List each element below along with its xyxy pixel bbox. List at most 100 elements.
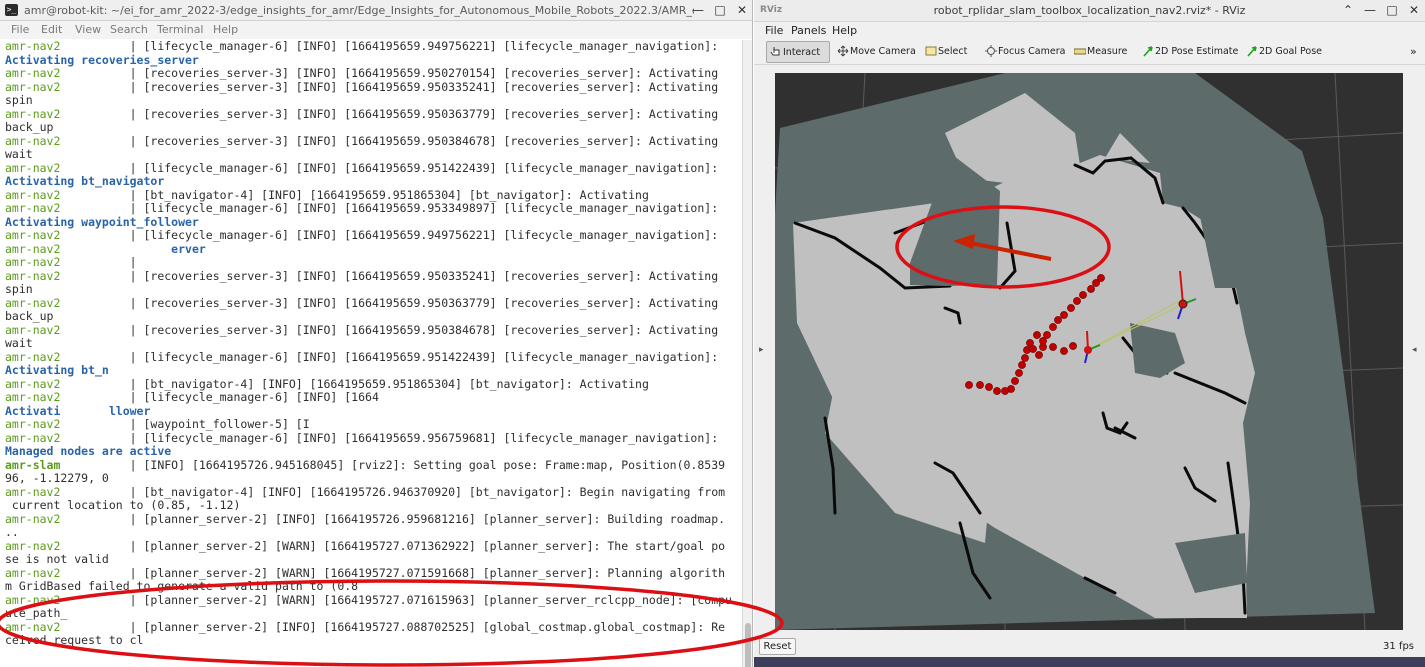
path-waypoint	[1018, 361, 1026, 369]
reset-button[interactable]: Reset	[759, 638, 796, 655]
green-arrow-icon	[1143, 46, 1153, 57]
log-text: ceived request to cl	[5, 633, 144, 647]
log-text: 96, -1.12279, 0	[5, 471, 109, 485]
menu-file[interactable]: File	[11, 21, 29, 39]
chevron-up-icon[interactable]: ⌃	[1337, 0, 1359, 21]
tool-2d-goal-pose[interactable]: 2D Goal Pose	[1243, 41, 1323, 63]
terminal-line: Activating recoveries_server	[5, 52, 742, 68]
container-label: amr-nav2	[5, 511, 61, 526]
left-panel-toggle[interactable]: ▸	[754, 65, 772, 636]
path-waypoint	[1001, 387, 1009, 395]
terminal-scrollbar[interactable]	[742, 40, 752, 667]
terminal-line: amr-nav2 | [lifecycle_manager-6] [INFO] …	[5, 390, 742, 405]
tool-select[interactable]: Select	[922, 41, 970, 63]
close-icon[interactable]: ✕	[1403, 0, 1425, 21]
terminal-line: amr-nav2 | [lifecycle_manager-6] [INFO] …	[5, 161, 742, 176]
tool-measure[interactable]: Measure	[1071, 41, 1127, 63]
menu-panels[interactable]: Panels	[791, 22, 826, 39]
tool-move-camera[interactable]: Move Camera	[834, 41, 916, 63]
terminal-line: wait	[5, 336, 742, 351]
container-label: amr-nav2	[5, 390, 61, 404]
log-text: | [planner_server-2] [WARN] [1664195727.…	[60, 565, 726, 580]
map-scene	[775, 73, 1403, 630]
terminal-line: Activating waypoint_follower	[5, 215, 742, 230]
menu-edit[interactable]: Edit	[41, 21, 62, 39]
container-label: amr-nav2	[5, 133, 61, 148]
container-label: amr-nav2	[5, 79, 61, 94]
container-label: amr-nav2	[5, 40, 61, 53]
rviz-window[interactable]: RViz robot_rplidar_slam_toolbox_localiza…	[754, 0, 1425, 667]
rviz-statusbar: Reset 31 fps	[754, 636, 1425, 657]
path-waypoint	[1029, 345, 1037, 353]
container-label: amr-nav2	[5, 619, 61, 634]
tool-2d-pose-estimate[interactable]: 2D Pose Estimate	[1139, 41, 1238, 63]
log-text: | [INFO] [1664195726.945168045] [rviz2]:…	[60, 457, 726, 472]
log-text: | [planner_server-2] [INFO] [1664195726.…	[60, 511, 726, 526]
log-text: Activating bt_navigator	[5, 174, 165, 188]
container-label: amr-nav2	[5, 228, 61, 242]
menu-help[interactable]: Help	[832, 22, 857, 39]
log-text: | [recoveries_server-3] [INFO] [16641956…	[60, 79, 719, 94]
terminal-line: spin	[5, 93, 742, 108]
hand-cursor-icon	[770, 47, 780, 56]
log-text: m GridBased failed to generate a valid p…	[5, 579, 359, 593]
terminal-line: amr-nav2 | [lifecycle_manager-6] [INFO] …	[5, 431, 742, 446]
rviz-titlebar[interactable]: RViz robot_rplidar_slam_toolbox_localiza…	[754, 0, 1425, 22]
menu-view[interactable]: View	[75, 21, 101, 39]
close-icon[interactable]: ✕	[731, 0, 752, 21]
menu-file[interactable]: File	[765, 22, 783, 39]
log-text: |	[60, 255, 137, 269]
container-label: amr-nav2	[5, 255, 61, 269]
log-text: | [bt_navigator-4] [INFO] [1664195659.95…	[60, 187, 649, 202]
container-label: amr-nav2	[5, 322, 61, 337]
right-panel-toggle[interactable]: ◂	[1406, 65, 1425, 636]
terminal-window[interactable]: >_ amr@robot-kit: ~/ei_for_amr_2022-3/ed…	[0, 0, 753, 667]
menu-search[interactable]: Search	[110, 21, 148, 39]
maximize-icon[interactable]: □	[1381, 0, 1403, 21]
terminal-line: current location to (0.85, -1.12)	[5, 498, 742, 513]
container-label: amr-nav2	[5, 201, 61, 215]
scrollbar-thumb[interactable]	[745, 623, 751, 667]
minimize-icon[interactable]: —	[1359, 0, 1381, 21]
terminal-line: Activati llower	[5, 403, 742, 419]
path-waypoint	[1060, 347, 1068, 355]
path-waypoint	[1049, 323, 1057, 331]
path-waypoint	[1073, 297, 1081, 305]
tool-focus-camera[interactable]: Focus Camera	[982, 41, 1065, 63]
fps-counter: 31 fps	[1383, 641, 1414, 652]
log-text: | [recoveries_server-3] [INFO] [16641956…	[60, 322, 719, 337]
maximize-icon[interactable]: □	[709, 0, 731, 21]
terminal-line: amr-nav2 | [lifecycle_manager-6] [INFO] …	[5, 201, 742, 216]
log-text: wait	[5, 336, 33, 350]
log-text: | [recoveries_server-3] [INFO] [16641956…	[60, 268, 719, 283]
terminal-titlebar[interactable]: >_ amr@robot-kit: ~/ei_for_amr_2022-3/ed…	[0, 0, 752, 21]
terminal-output[interactable]: amr-nav2 | [lifecycle_manager-6] [INFO] …	[5, 40, 742, 660]
terminal-line: Activating bt_n	[5, 363, 742, 378]
container-label: amr-nav2	[5, 241, 61, 256]
terminal-line: amr-nav2 | [bt_navigator-4] [INFO] [1664…	[5, 377, 742, 392]
terminal-line: amr-nav2 | [recoveries_server-3] [INFO] …	[5, 322, 742, 338]
path-waypoint	[965, 381, 973, 389]
menu-help[interactable]: Help	[213, 21, 238, 39]
menu-terminal[interactable]: Terminal	[157, 21, 204, 39]
terminal-menubar: File Edit View Search Terminal Help	[0, 21, 752, 39]
ruler-icon	[1074, 48, 1086, 55]
log-text: llower	[108, 403, 151, 418]
move-camera-icon	[837, 45, 849, 57]
log-text: | [bt_navigator-4] [INFO] [1664195726.94…	[60, 484, 726, 499]
3d-viewport[interactable]	[775, 73, 1403, 630]
tool-interact[interactable]: Interact	[766, 41, 830, 63]
log-text: | [recoveries_server-3] [INFO] [16641956…	[60, 295, 719, 310]
more-tools-icon[interactable]: »	[1410, 41, 1420, 63]
minimize-icon[interactable]: —	[687, 0, 709, 21]
terminal-line: wait	[5, 147, 742, 162]
terminal-line: Activating bt_navigator	[5, 174, 742, 189]
terminal-line: amr-nav2 | [lifecycle_manager-6] [INFO] …	[5, 40, 742, 54]
log-text: Activating recoveries_server	[5, 52, 199, 67]
terminal-line: amr-nav2 | [planner_server-2] [WARN] [16…	[5, 539, 742, 554]
path-waypoint	[1039, 343, 1047, 351]
green-arrow-icon	[1247, 46, 1257, 57]
terminal-line: amr-nav2 | [recoveries_server-3] [INFO] …	[5, 79, 742, 95]
path-waypoint	[1011, 377, 1019, 385]
